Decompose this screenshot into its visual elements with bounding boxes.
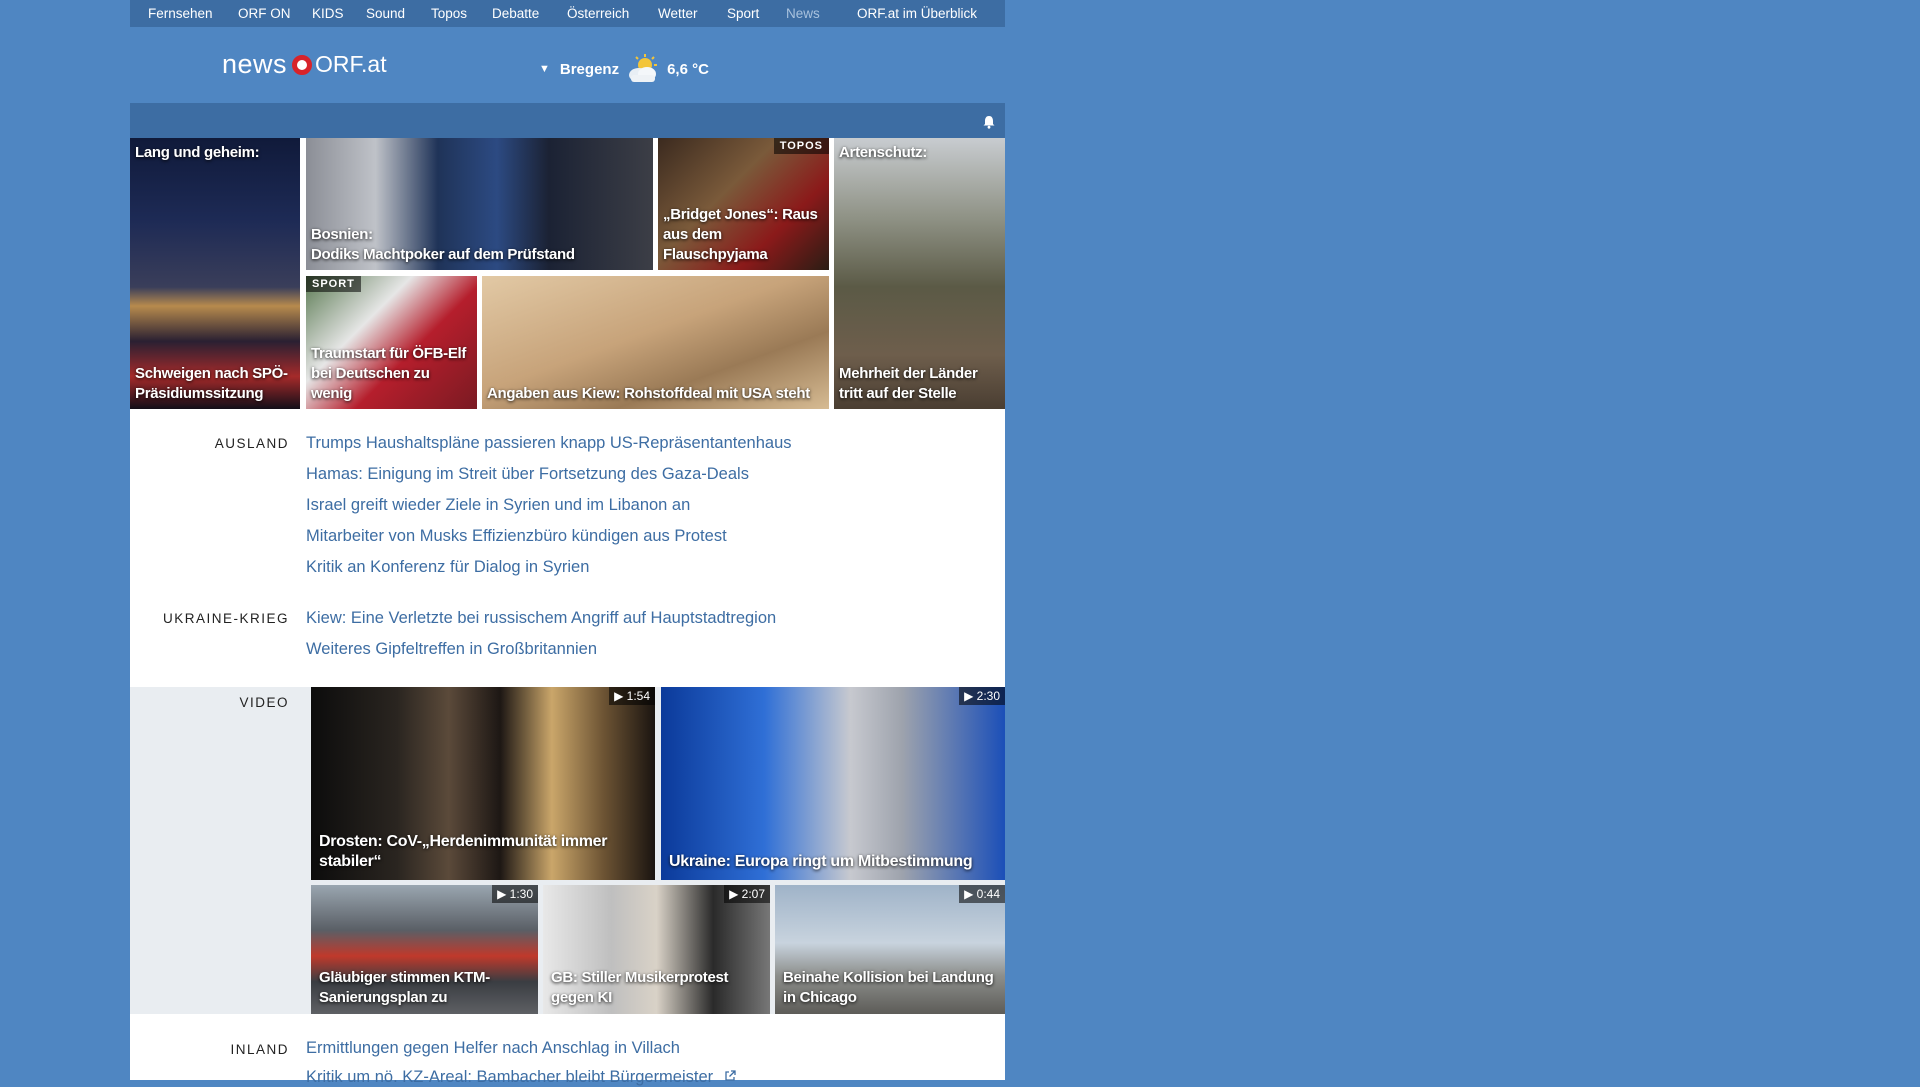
teaser-title: Angaben aus Kiew: Rohstoffdeal mit USA s… — [487, 385, 810, 402]
weather-widget[interactable]: ▼ Bregenz 6,6 °C — [539, 54, 709, 84]
video-title: Gläubiger stimmen KTM-Sanierungsplan zu — [319, 969, 490, 1006]
video-duration: ▶ 2:30 — [959, 687, 1005, 705]
logo-orf-text: ORF.at — [315, 51, 387, 77]
nav-item-oesterreich[interactable]: Österreich — [567, 6, 629, 21]
section-label-video: VIDEO — [239, 695, 289, 710]
headline-link[interactable]: Hamas: Einigung im Streit über Fortsetzu… — [306, 465, 749, 484]
top-navigation: Fernsehen ORF ON KIDS Sound Topos Debatt… — [130, 0, 1005, 27]
page: Fernsehen ORF ON KIDS Sound Topos Debatt… — [130, 0, 1005, 1086]
nav-item-orf-on[interactable]: ORF ON — [238, 6, 291, 21]
video-tile-musikerprotest[interactable]: ▶ 2:07 GB: Stiller Musikerprotest gegen … — [543, 885, 770, 1014]
news-orf-logo[interactable]: news ORF.at — [222, 49, 387, 80]
caret-down-icon: ▼ — [539, 63, 550, 75]
sub-bar — [130, 103, 1005, 138]
nav-item-fernsehen[interactable]: Fernsehen — [148, 6, 213, 21]
teaser-title: Traumstart für ÖFB-Elf bei Deutschen zu … — [311, 345, 467, 402]
weather-city: Bregenz — [559, 60, 620, 78]
video-title: Drosten: CoV-„Herdenimmunität immer stab… — [319, 833, 608, 870]
headline-link[interactable]: Trumps Haushaltspläne passieren knapp US… — [306, 434, 792, 453]
headline-link[interactable]: Mitarbeiter von Musks Effizienzbüro künd… — [306, 527, 727, 546]
site-header: news ORF.at ▼ Bregenz 6,6 °C — [130, 27, 1005, 103]
nav-item-sound[interactable]: Sound — [366, 6, 405, 21]
nav-item-news[interactable]: News — [786, 6, 820, 21]
section-label-ausland: AUSLAND — [214, 436, 289, 451]
section-label-inland: INLAND — [230, 1042, 289, 1057]
video-tile-ukraine[interactable]: ▶ 2:30 Ukraine: Europa ringt um Mitbesti… — [661, 687, 1005, 880]
headline-link[interactable]: Ermittlungen gegen Helfer nach Anschlag … — [306, 1039, 680, 1058]
nav-item-wetter[interactable]: Wetter — [658, 6, 698, 21]
teaser-title: „Bridget Jones“: Raus aus dem Flauschpyj… — [663, 206, 818, 263]
headline-link[interactable]: Kritik um nö. KZ-Areal: Bambacher bleibt… — [306, 1068, 713, 1086]
headline-link[interactable]: Weiteres Gipfeltreffen in Großbritannien — [306, 640, 597, 659]
teaser-title: Mehrheit der Länder tritt auf der Stelle — [839, 365, 978, 402]
notification-bell-icon[interactable] — [982, 114, 996, 129]
headline-link[interactable]: Kritik an Konferenz für Dialog in Syrien — [306, 558, 589, 577]
teaser-kicker: Artenschutz: — [839, 144, 928, 161]
teaser-tag: TOPOS — [773, 138, 829, 154]
logo-news-text: news — [222, 49, 288, 79]
headline-row: Kritik um nö. KZ-Areal: Bambacher bleibt… — [306, 1068, 736, 1087]
orf-ring-icon — [292, 54, 313, 75]
teaser-oefb[interactable]: SPORT Traumstart für ÖFB-Elf bei Deutsch… — [306, 276, 477, 409]
partly-cloudy-icon — [625, 54, 661, 84]
section-label-ukraine: UKRAINE-KRIEG — [162, 611, 289, 626]
headline-link[interactable]: Israel greift wieder Ziele in Syrien und… — [306, 496, 690, 515]
nav-item-topos[interactable]: Topos — [431, 6, 467, 21]
video-duration: ▶ 1:54 — [609, 687, 655, 705]
main-content: Lang und geheim: Schweigen nach SPÖ-Präs… — [130, 138, 1005, 1086]
nav-item-orf-overview[interactable]: ORF.at im Überblick — [857, 6, 977, 21]
teaser-title: Schweigen nach SPÖ-Präsidiumssitzung — [135, 365, 288, 402]
teaser-rohstoffdeal[interactable]: Angaben aus Kiew: Rohstoffdeal mit USA s… — [482, 276, 829, 409]
video-duration: ▶ 0:44 — [959, 885, 1005, 903]
video-title: Ukraine: Europa ringt um Mitbestimmung — [669, 853, 973, 870]
video-duration: ▶ 1:30 — [492, 885, 538, 903]
teaser-artenschutz[interactable]: Artenschutz: Mehrheit der Länder tritt a… — [834, 138, 1005, 409]
nav-item-debatte[interactable]: Debatte — [492, 6, 539, 21]
video-tile-drosten[interactable]: ▶ 1:54 Drosten: CoV-„Herdenimmunität imm… — [311, 687, 655, 880]
external-link-icon — [724, 1070, 736, 1085]
weather-temperature: 6,6 °C — [667, 60, 709, 78]
teaser-bosnien[interactable]: Bosnien: Dodiks Machtpoker auf dem Prüfs… — [306, 138, 653, 270]
teaser-tag: SPORT — [306, 276, 361, 292]
nav-item-sport[interactable]: Sport — [727, 6, 759, 21]
nav-item-kids[interactable]: KIDS — [312, 6, 344, 21]
headline-link[interactable]: Kiew: Eine Verletzte bei russischem Angr… — [306, 609, 776, 628]
video-title: Beinahe Kollision bei Landung in Chicago — [783, 969, 994, 1006]
video-tile-ktm[interactable]: ▶ 1:30 Gläubiger stimmen KTM-Sanierungsp… — [311, 885, 538, 1014]
video-title: GB: Stiller Musikerprotest gegen KI — [551, 969, 729, 1006]
teaser-title: Bosnien: Dodiks Machtpoker auf dem Prüfs… — [311, 226, 575, 263]
teaser-kicker: Lang und geheim: — [135, 144, 260, 161]
video-tile-chicago[interactable]: ▶ 0:44 Beinahe Kollision bei Landung in … — [775, 885, 1005, 1014]
teaser-spoe[interactable]: Lang und geheim: Schweigen nach SPÖ-Präs… — [130, 138, 300, 409]
teaser-bridget-jones[interactable]: TOPOS „Bridget Jones“: Raus aus dem Flau… — [658, 138, 829, 270]
video-duration: ▶ 2:07 — [724, 885, 770, 903]
